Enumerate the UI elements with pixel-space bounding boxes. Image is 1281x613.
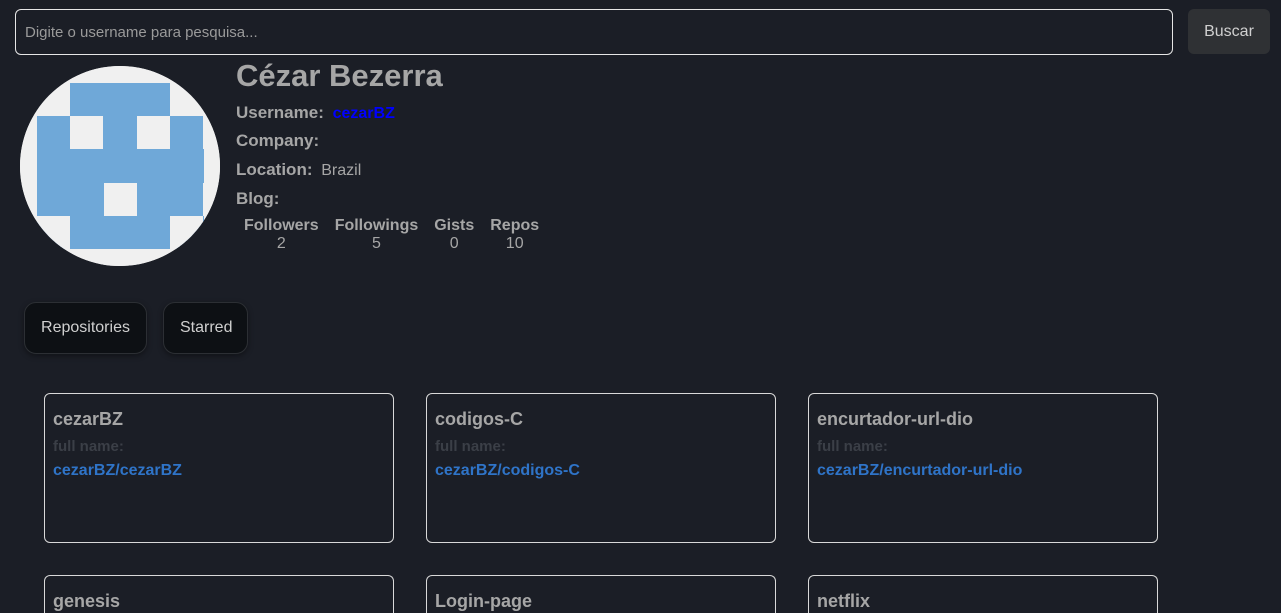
- stat-value: 2: [276, 235, 286, 252]
- stat-followers: Followers 2: [244, 217, 319, 253]
- repo-full-name-label: full name:: [435, 438, 506, 455]
- search-button[interactable]: Buscar: [1188, 9, 1270, 54]
- repo-card[interactable]: cezarBZ full name: cezarBZ/cezarBZ: [44, 393, 394, 543]
- repo-name: codigos-C: [435, 409, 523, 429]
- repo-name: netflix: [817, 591, 871, 611]
- stat-label: Followers: [244, 217, 319, 234]
- repo-name: genesis: [53, 591, 121, 611]
- username-row: Username: cezarBZ: [236, 103, 395, 123]
- repo-name: cezarBZ: [53, 409, 124, 429]
- stat-label: Gists: [434, 217, 475, 234]
- stat-label: Followings: [334, 217, 419, 234]
- repo-full-name-label: full name:: [817, 438, 888, 455]
- repo-full-name-link[interactable]: cezarBZ/cezarBZ: [53, 462, 385, 480]
- identicon-image: [20, 66, 220, 266]
- repo-card[interactable]: Login-page: [426, 575, 776, 613]
- repo-card[interactable]: codigos-C full name: cezarBZ/codigos-C: [426, 393, 776, 543]
- location-value: Brazil: [321, 162, 362, 179]
- company-row: Company:: [236, 131, 323, 151]
- stat-followings: Followings 5: [335, 217, 419, 253]
- search-bar: [15, 9, 1173, 55]
- location-row: Location: Brazil: [236, 160, 361, 180]
- search-input[interactable]: [16, 10, 1172, 54]
- profile-name: Cézar Bezerra: [236, 58, 443, 93]
- repo-card[interactable]: genesis: [44, 575, 394, 613]
- repo-name: encurtador-url-dio: [817, 409, 973, 429]
- avatar: [20, 66, 220, 266]
- tab-starred[interactable]: Starred: [163, 302, 248, 354]
- repo-card[interactable]: netflix: [808, 575, 1158, 613]
- repo-full-name-label: full name:: [53, 438, 124, 455]
- username-label: Username:: [236, 103, 324, 122]
- repo-card[interactable]: encurtador-url-dio full name: cezarBZ/en…: [808, 393, 1158, 543]
- blog-row: Blog:: [236, 189, 283, 209]
- stat-gists: Gists 0: [434, 217, 474, 253]
- blog-label: Blog:: [236, 189, 280, 208]
- stat-repos: Repos 10: [490, 217, 539, 253]
- profile-stats: Followers 2 Followings 5 Gists 0 Repos 1…: [244, 217, 555, 253]
- stat-value: 5: [372, 235, 381, 252]
- location-label: Location:: [236, 160, 313, 179]
- company-label: Company:: [236, 131, 320, 150]
- stat-value: 0: [449, 235, 459, 252]
- repo-name: Login-page: [435, 591, 532, 611]
- repo-full-name-link[interactable]: cezarBZ/encurtador-url-dio: [817, 462, 1149, 480]
- stat-value: 10: [505, 235, 524, 252]
- repo-full-name-link[interactable]: cezarBZ/codigos-C: [435, 462, 767, 480]
- tab-repositories[interactable]: Repositories: [24, 302, 147, 354]
- stat-label: Repos: [490, 217, 540, 234]
- username-link[interactable]: cezarBZ: [333, 105, 395, 122]
